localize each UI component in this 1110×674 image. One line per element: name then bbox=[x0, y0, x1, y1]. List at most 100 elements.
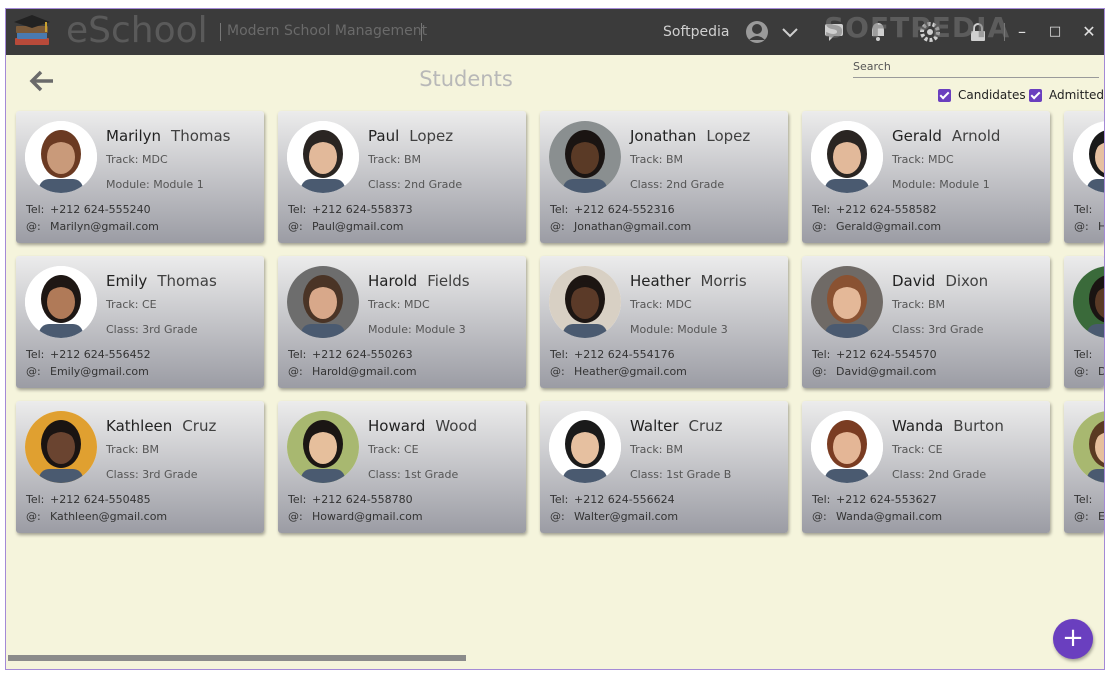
separator bbox=[421, 23, 422, 41]
phone-number: +212 624-552316 bbox=[574, 203, 675, 216]
student-card-partial[interactable]: Tel: @: H bbox=[1064, 111, 1104, 243]
student-photo bbox=[811, 411, 883, 483]
email-label: @: bbox=[26, 220, 41, 233]
student-photo bbox=[25, 411, 97, 483]
phone-label: Tel: bbox=[26, 203, 45, 216]
student-card[interactable]: Gerald Arnold Track: MDC Module: Module 1… bbox=[802, 111, 1050, 243]
email-row: @: Harold@gmail.com bbox=[288, 365, 417, 378]
email-row: @: D bbox=[1074, 365, 1104, 378]
student-photo bbox=[287, 411, 359, 483]
candidates-label: Candidates bbox=[958, 88, 1026, 102]
checkbox-checked-icon[interactable] bbox=[1029, 88, 1042, 102]
phone-label: Tel: bbox=[550, 348, 569, 361]
email-address: Howard@gmail.com bbox=[312, 510, 423, 523]
watermark-text: SOFTPEDIA bbox=[824, 11, 1011, 44]
email-label: @: bbox=[288, 220, 303, 233]
phone-label: Tel: bbox=[288, 348, 307, 361]
student-name: Heather Morris bbox=[630, 272, 747, 290]
phone-number: +212 624-556624 bbox=[574, 493, 675, 506]
class-module-label: Class: 2nd Grade bbox=[630, 178, 725, 191]
admitted-checkbox[interactable]: Admitted bbox=[1029, 87, 1104, 103]
student-card[interactable]: Jonathan Lopez Track: BM Class: 2nd Grade… bbox=[540, 111, 788, 243]
email-row: @: David@gmail.com bbox=[812, 365, 936, 378]
class-module-label: Module: Module 1 bbox=[106, 178, 204, 191]
email-address: Marilyn@gmail.com bbox=[50, 220, 159, 233]
phone-label: Tel: bbox=[1074, 493, 1093, 506]
track-label: Track: MDC bbox=[630, 298, 692, 311]
avatar bbox=[287, 411, 359, 483]
email-address: E bbox=[1098, 510, 1104, 523]
class-module-label: Module: Module 3 bbox=[630, 323, 728, 336]
minimize-button[interactable]: – bbox=[1011, 21, 1033, 43]
email-row: @: Paul@gmail.com bbox=[288, 220, 403, 233]
last-name: Thomas bbox=[157, 272, 217, 290]
track-label: Track: MDC bbox=[368, 298, 430, 311]
student-card[interactable]: Paul Lopez Track: BM Class: 2nd Grade Tel… bbox=[278, 111, 526, 243]
student-card[interactable]: Harold Fields Track: MDC Module: Module 3… bbox=[278, 256, 526, 388]
student-photo bbox=[287, 266, 359, 338]
close-button[interactable]: ✕ bbox=[1078, 21, 1100, 43]
student-card[interactable]: Emily Thomas Track: CE Class: 3rd Grade T… bbox=[16, 256, 264, 388]
email-label: @: bbox=[26, 510, 41, 523]
track-label: Track: CE bbox=[368, 443, 419, 456]
phone-label: Tel: bbox=[26, 493, 45, 506]
student-card[interactable]: Heather Morris Track: MDC Module: Module … bbox=[540, 256, 788, 388]
email-row: @: Heather@gmail.com bbox=[550, 365, 687, 378]
checkbox-checked-icon[interactable] bbox=[938, 88, 951, 102]
phone-row: Tel: +212 624-553627 bbox=[812, 493, 937, 506]
student-name: Kathleen Cruz bbox=[106, 417, 216, 435]
search-input[interactable]: Search bbox=[853, 60, 891, 73]
student-name: David Dixon bbox=[892, 272, 988, 290]
phone-number: +212 624-555240 bbox=[50, 203, 151, 216]
student-photo bbox=[1073, 411, 1104, 483]
student-card-partial[interactable]: Tel: @: E bbox=[1064, 401, 1104, 533]
track-label: Track: MDC bbox=[106, 153, 168, 166]
track-label: Track: BM bbox=[106, 443, 160, 456]
avatar bbox=[25, 411, 97, 483]
email-address: David@gmail.com bbox=[836, 365, 937, 378]
admitted-label: Admitted bbox=[1049, 88, 1105, 102]
phone-number: +212 624-553627 bbox=[836, 493, 937, 506]
student-card[interactable]: David Dixon Track: BM Class: 3rd Grade Te… bbox=[802, 256, 1050, 388]
email-address: H bbox=[1098, 220, 1104, 233]
student-photo bbox=[549, 121, 621, 193]
avatar bbox=[25, 266, 97, 338]
student-photo bbox=[287, 121, 359, 193]
first-name: Jonathan bbox=[630, 127, 697, 145]
chevron-down-icon[interactable] bbox=[778, 20, 802, 44]
student-card-partial[interactable]: Tel: @: D bbox=[1064, 256, 1104, 388]
student-card[interactable]: Walter Cruz Track: BM Class: 1st Grade B … bbox=[540, 401, 788, 533]
email-label: @: bbox=[26, 365, 41, 378]
student-photo bbox=[811, 121, 883, 193]
student-card[interactable]: Wanda Burton Track: CE Class: 2nd Grade T… bbox=[802, 401, 1050, 533]
last-name: Lopez bbox=[409, 127, 454, 145]
phone-label: Tel: bbox=[288, 203, 307, 216]
email-label: @: bbox=[812, 365, 827, 378]
avatar bbox=[811, 121, 883, 193]
phone-label: Tel: bbox=[26, 348, 45, 361]
add-student-button[interactable]: + bbox=[1053, 619, 1093, 659]
class-module-label: Class: 2nd Grade bbox=[892, 468, 987, 481]
email-row: @: Marilyn@gmail.com bbox=[26, 220, 159, 233]
student-card[interactable]: Howard Wood Track: CE Class: 1st Grade Te… bbox=[278, 401, 526, 533]
horizontal-scrollbar[interactable] bbox=[8, 655, 466, 661]
class-module-label: Module: Module 3 bbox=[368, 323, 466, 336]
first-name: Howard bbox=[368, 417, 426, 435]
class-module-label: Class: 3rd Grade bbox=[106, 323, 198, 336]
student-card[interactable]: Kathleen Cruz Track: BM Class: 3rd Grade … bbox=[16, 401, 264, 533]
student-photo bbox=[25, 121, 97, 193]
student-card[interactable]: Marilyn Thomas Track: MDC Module: Module … bbox=[16, 111, 264, 243]
candidates-checkbox[interactable]: Candidates bbox=[938, 87, 1026, 103]
first-name: Walter bbox=[630, 417, 679, 435]
user-name[interactable]: Softpedia bbox=[663, 24, 729, 40]
email-label: @: bbox=[550, 365, 565, 378]
phone-row: Tel: +212 624-556452 bbox=[26, 348, 151, 361]
student-photo bbox=[549, 411, 621, 483]
first-name: Marilyn bbox=[106, 127, 162, 145]
user-avatar-icon[interactable] bbox=[745, 20, 769, 44]
email-row: @: E bbox=[1074, 510, 1104, 523]
email-address: Gerald@gmail.com bbox=[836, 220, 942, 233]
phone-row: Tel: bbox=[1074, 203, 1098, 216]
maximize-button[interactable]: □ bbox=[1044, 21, 1066, 43]
track-label: Track: BM bbox=[368, 153, 422, 166]
